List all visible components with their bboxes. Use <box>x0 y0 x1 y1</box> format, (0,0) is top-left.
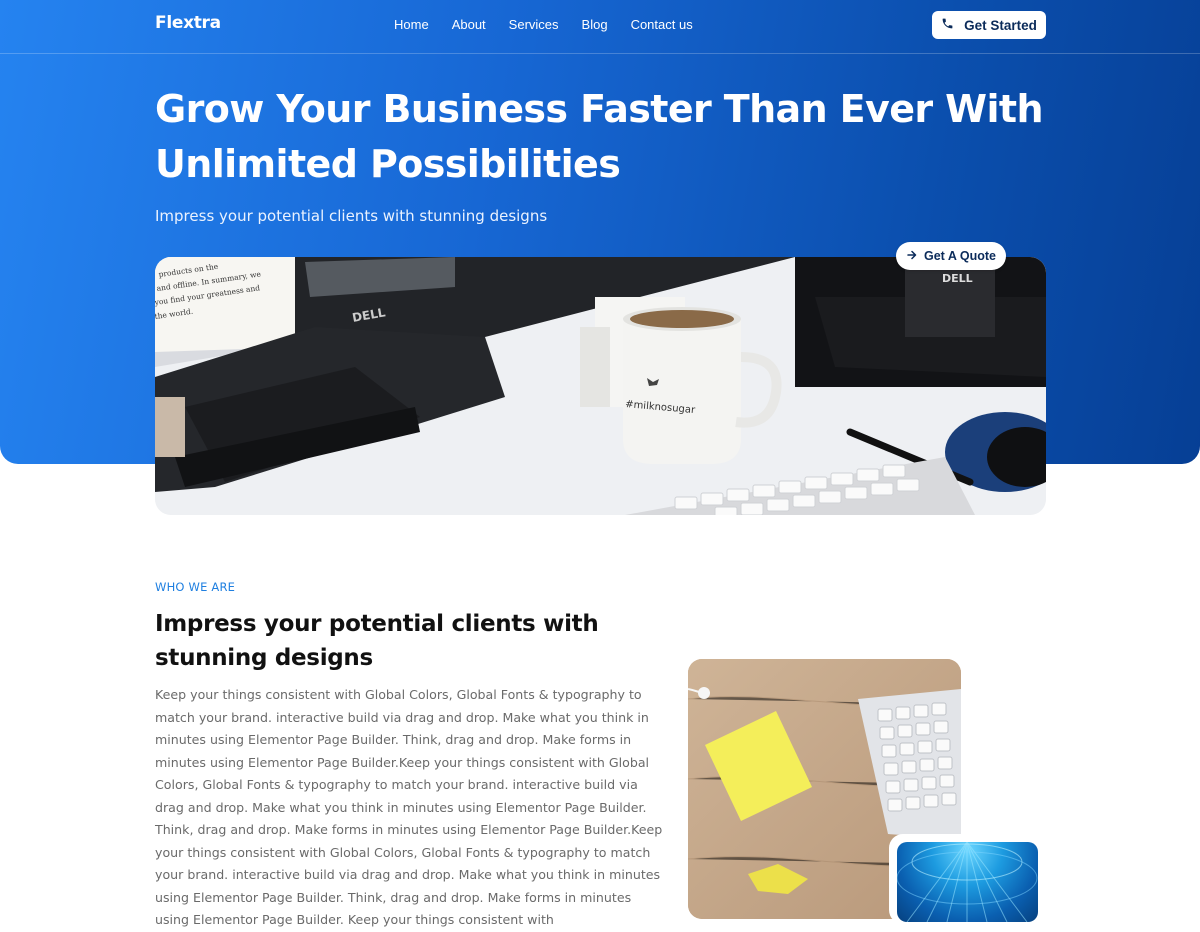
secondary-photo-frame <box>889 834 1045 924</box>
get-quote-button[interactable]: Get A Quote <box>896 242 1006 270</box>
hero-title: Grow Your Business Faster Than Ever With… <box>155 82 1055 192</box>
nav-item-home[interactable]: Home <box>394 17 429 32</box>
section-eyebrow: WHO WE ARE <box>155 580 236 594</box>
section-title: Impress your potential clients with stun… <box>155 611 599 671</box>
hero-title-line1: Grow Your Business Faster Than Ever With <box>155 87 1044 131</box>
get-quote-label: Get A Quote <box>924 249 996 263</box>
phone-icon <box>941 17 954 33</box>
main-nav: Home About Services Blog Contact us <box>394 17 716 32</box>
monitor-brand-right: DELL <box>942 272 973 285</box>
arrow-right-icon <box>906 249 918 264</box>
nav-item-services[interactable]: Services <box>509 17 559 32</box>
nav-item-about[interactable]: About <box>452 17 486 32</box>
secondary-photo <box>897 842 1038 922</box>
nav-item-blog[interactable]: Blog <box>582 17 608 32</box>
get-started-button[interactable]: Get Started <box>932 11 1046 39</box>
nav-item-contact[interactable]: Contact us <box>631 17 693 32</box>
brand-logo[interactable]: Flextra <box>155 13 221 33</box>
hero-subtitle: Impress your potential clients with stun… <box>155 207 548 225</box>
hero-image: products on the and offline. In summary,… <box>155 257 1046 515</box>
hero-title-line2: Unlimited Possibilities <box>155 142 621 186</box>
nav-divider <box>0 53 1200 54</box>
section-body: Keep your things consistent with Global … <box>155 687 663 927</box>
get-started-label: Get Started <box>964 17 1037 33</box>
